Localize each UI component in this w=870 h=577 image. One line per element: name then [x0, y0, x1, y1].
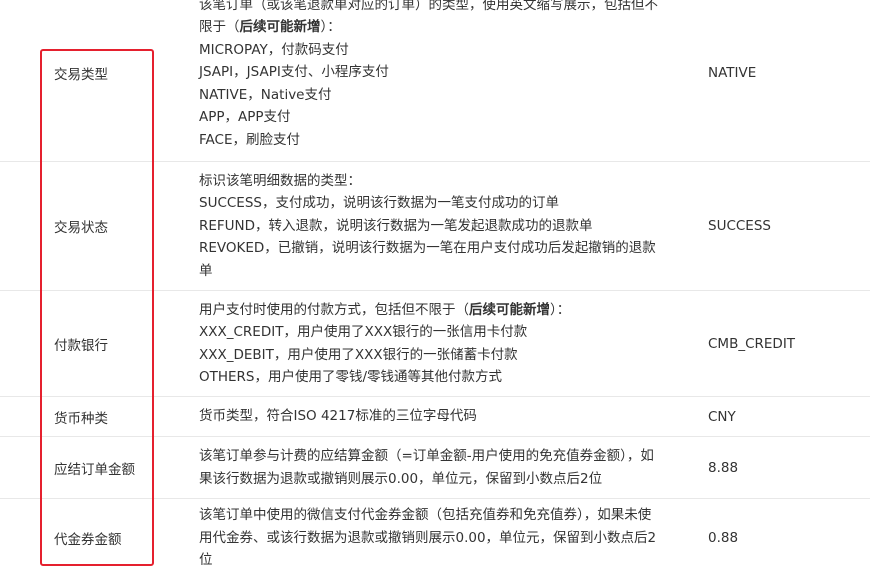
description-line: 货币类型，符合ISO 4217标准的三位字母代码 [199, 408, 477, 425]
table-row: 货币种类 货币类型，符合ISO 4217标准的三位字母代码 CNY [0, 397, 870, 437]
description-line: OTHERS，用户使用了零钱/零钱通等其他付款方式 [199, 368, 503, 385]
description-line: 位 [199, 552, 213, 569]
description-text: ）： [320, 19, 341, 36]
description-line: MICROPAY，付款码支付 [199, 41, 349, 58]
description-line: APP，APP支付 [199, 109, 291, 126]
description-line: XXX_DEBIT，用户使用了XXX银行的一张储蓄卡付款 [199, 346, 518, 363]
description-line: 果该行数据为退款或撤销则展示0.00，单位元，保留到小数点后2位 [199, 470, 603, 487]
description-text: 用户支付时使用的付款方式，包括但不限于（ [199, 301, 469, 318]
field-name: 应结订单金额 [54, 461, 135, 478]
field-description: 货币类型，符合ISO 4217标准的三位字母代码 [199, 397, 689, 436]
description-line: JSAPI，JSAPI支付、小程序支付 [199, 64, 389, 81]
description-line: 标识该笔明细数据的类型： [199, 172, 361, 189]
field-description: 该笔订单参与计费的应结算金额（=订单金额-用户使用的免充值券金额），如 果该行数… [199, 437, 689, 498]
description-bold-text: 后续可能新增 [469, 301, 550, 318]
field-name: 代金券金额 [54, 532, 122, 548]
description-line: NATIVE，Native支付 [199, 86, 332, 103]
description-bold-text: 后续可能新增 [239, 19, 321, 36]
field-example: CMB_CREDIT [708, 335, 796, 352]
description-line: SUCCESS，支付成功，说明该行数据为一笔支付成功的订单 [199, 195, 559, 212]
field-name: 货币种类 [54, 410, 108, 427]
field-example: 8.88 [708, 459, 739, 476]
field-description: 标识该笔明细数据的类型： SUCCESS，支付成功，说明该行数据为一笔支付成功的… [199, 162, 689, 290]
description-line: XXX_CREDIT，用户使用了XXX银行的一张信用卡付款 [199, 324, 528, 341]
table-row: 交易状态 标识该笔明细数据的类型： SUCCESS，支付成功，说明该行数据为一笔… [0, 162, 870, 291]
field-name: 交易类型 [54, 66, 108, 83]
field-name: 交易状态 [54, 220, 108, 236]
field-description: 用户支付时使用的付款方式，包括但不限于（后续可能新增）： XXX_CREDIT，… [199, 291, 689, 396]
table-row: 代金券金额 该笔订单中使用的微信支付代金券金额（包括充值券和免充值券），如果未使… [0, 499, 870, 577]
field-description: 该笔订单中使用的微信支付代金券金额（包括充值券和免充值券），如果未使 用代金券、… [199, 499, 689, 577]
field-description-table: 交易类型 该笔订单（或该笔退款单对应的订单）的类型，使用英文缩写展示，包括但不 … [0, 0, 870, 577]
field-example: SUCCESS [708, 218, 771, 234]
description-line: 该笔订单中使用的微信支付代金券金额（包括充值券和免充值券），如果未使 [199, 507, 652, 524]
description-line: REVOKED，已撤销，说明该行数据为一笔在用户支付成功后发起撤销的退款 [199, 240, 656, 257]
field-example: NATIVE [708, 64, 757, 81]
field-description: 该笔订单（或该笔退款单对应的订单）的类型，使用英文缩写展示，包括但不 限于（后续… [199, 0, 689, 161]
description-text: 限于（ [199, 19, 240, 36]
field-example: 0.88 [708, 530, 739, 546]
field-name: 付款银行 [54, 337, 108, 354]
field-example: CNY [708, 408, 736, 425]
description-line: 用代金券、或该行数据为退款或撤销则展示0.00，单位元，保留到小数点后2 [199, 529, 657, 546]
description-line: REFUND，转入退款，说明该行数据为一笔发起退款成功的退款单 [199, 217, 593, 234]
description-text: ）： [550, 301, 571, 318]
description-line: FACE，刷脸支付 [199, 131, 300, 148]
description-line: 该笔订单参与计费的应结算金额（=订单金额-用户使用的免充值券金额），如 [199, 448, 654, 465]
description-line: 该笔订单（或该笔退款单对应的订单）的类型，使用英文缩写展示，包括但不 [199, 0, 658, 14]
description-line: 用户支付时使用的付款方式，包括但不限于（后续可能新增）： [199, 299, 689, 321]
table-row: 付款银行 用户支付时使用的付款方式，包括但不限于（后续可能新增）： XXX_CR… [0, 291, 870, 397]
table-row: 应结订单金额 该笔订单参与计费的应结算金额（=订单金额-用户使用的免充值券金额）… [0, 437, 870, 499]
description-line: 限于（后续可能新增）： [199, 16, 689, 38]
description-line: 单 [199, 262, 213, 279]
table-row: 交易类型 该笔订单（或该笔退款单对应的订单）的类型，使用英文缩写展示，包括但不 … [0, 0, 870, 162]
